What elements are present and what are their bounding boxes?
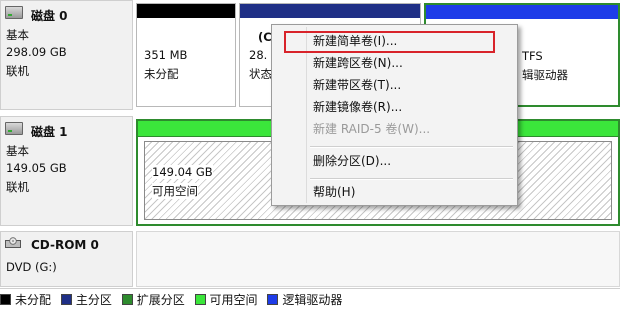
hard-disk-icon [5, 6, 23, 19]
legend-swatch [267, 294, 279, 305]
legend-swatch [194, 294, 206, 305]
disk-1-name: 磁盘 1 [31, 125, 68, 139]
partition-status: 辑驱动器 [522, 68, 568, 82]
partition-size: 28. [249, 48, 268, 62]
legend-label: 扩展分区 [136, 293, 185, 307]
menu-item-new-spanned-volume[interactable]: 新建跨区卷(N)... [272, 52, 517, 74]
menu-item-new-mirrored-volume[interactable]: 新建镜像卷(R)... [272, 96, 517, 118]
legend-free-space: 可用空间 [194, 293, 258, 307]
legend-label: 主分区 [75, 293, 112, 307]
legend-swatch [121, 294, 133, 305]
menu-item-delete-partition[interactable]: 删除分区(D)... [272, 150, 517, 172]
disk-1-label[interactable]: 磁盘 1 基本 149.05 GB 联机 [0, 116, 133, 226]
legend-divider [0, 288, 620, 289]
partition-status: 状态 [249, 67, 272, 81]
unallocated-bar [137, 4, 235, 18]
disk-0-type: 基本 [6, 28, 29, 42]
partition-size: 149.04 GB [152, 165, 213, 179]
legend-swatch [60, 294, 72, 305]
menu-separator [310, 178, 513, 180]
menu-item-new-raid5-volume: 新建 RAID-5 卷(W)... [313, 122, 431, 136]
hard-disk-icon [5, 122, 23, 135]
disk-1-status: 联机 [6, 180, 29, 194]
partition-fs: TFS [522, 49, 543, 63]
disk-0-label[interactable]: 磁盘 0 基本 298.09 GB 联机 [0, 0, 133, 110]
menu-item-help[interactable]: 帮助(H) [272, 181, 517, 203]
legend-label: 可用空间 [209, 293, 258, 307]
cd-drive-icon [5, 237, 21, 248]
partition-status: 可用空间 [152, 183, 198, 199]
primary-partition-bar [240, 4, 420, 18]
legend-label: 未分配 [15, 293, 52, 307]
disk-0-size: 298.09 GB [6, 45, 67, 59]
menu-separator [310, 146, 513, 148]
partition-status: 未分配 [144, 67, 179, 81]
legend-primary: 主分区 [60, 293, 112, 307]
legend-logical-drive: 逻辑驱动器 [267, 293, 342, 307]
cdrom-name: CD-ROM 0 [31, 238, 99, 252]
logical-drive-bar [426, 5, 618, 19]
partition-size: 351 MB [144, 48, 188, 62]
legend-unallocated: 未分配 [0, 293, 51, 307]
cdrom-0-area[interactable] [136, 231, 620, 287]
disk-0-status: 联机 [6, 64, 29, 78]
menu-item-new-striped-volume[interactable]: 新建带区卷(T)... [272, 74, 517, 96]
legend: 未分配 主分区 扩展分区 可用空间 逻辑驱动器 [0, 291, 348, 308]
cdrom-0-label[interactable]: CD-ROM 0 DVD (G:) [0, 231, 133, 287]
disk-1-size: 149.05 GB [6, 161, 67, 175]
menu-highlight-box [284, 31, 495, 53]
legend-swatch [0, 294, 11, 305]
disk-0-name: 磁盘 0 [31, 9, 68, 23]
legend-extended: 扩展分区 [121, 293, 185, 307]
legend-label: 逻辑驱动器 [282, 293, 343, 307]
disk-0-partition-unallocated[interactable]: 351 MB 未分配 [136, 3, 236, 107]
disk-1-type: 基本 [6, 144, 29, 158]
cdrom-drive: DVD (G:) [6, 260, 57, 274]
partition-tag: (C [258, 30, 272, 44]
